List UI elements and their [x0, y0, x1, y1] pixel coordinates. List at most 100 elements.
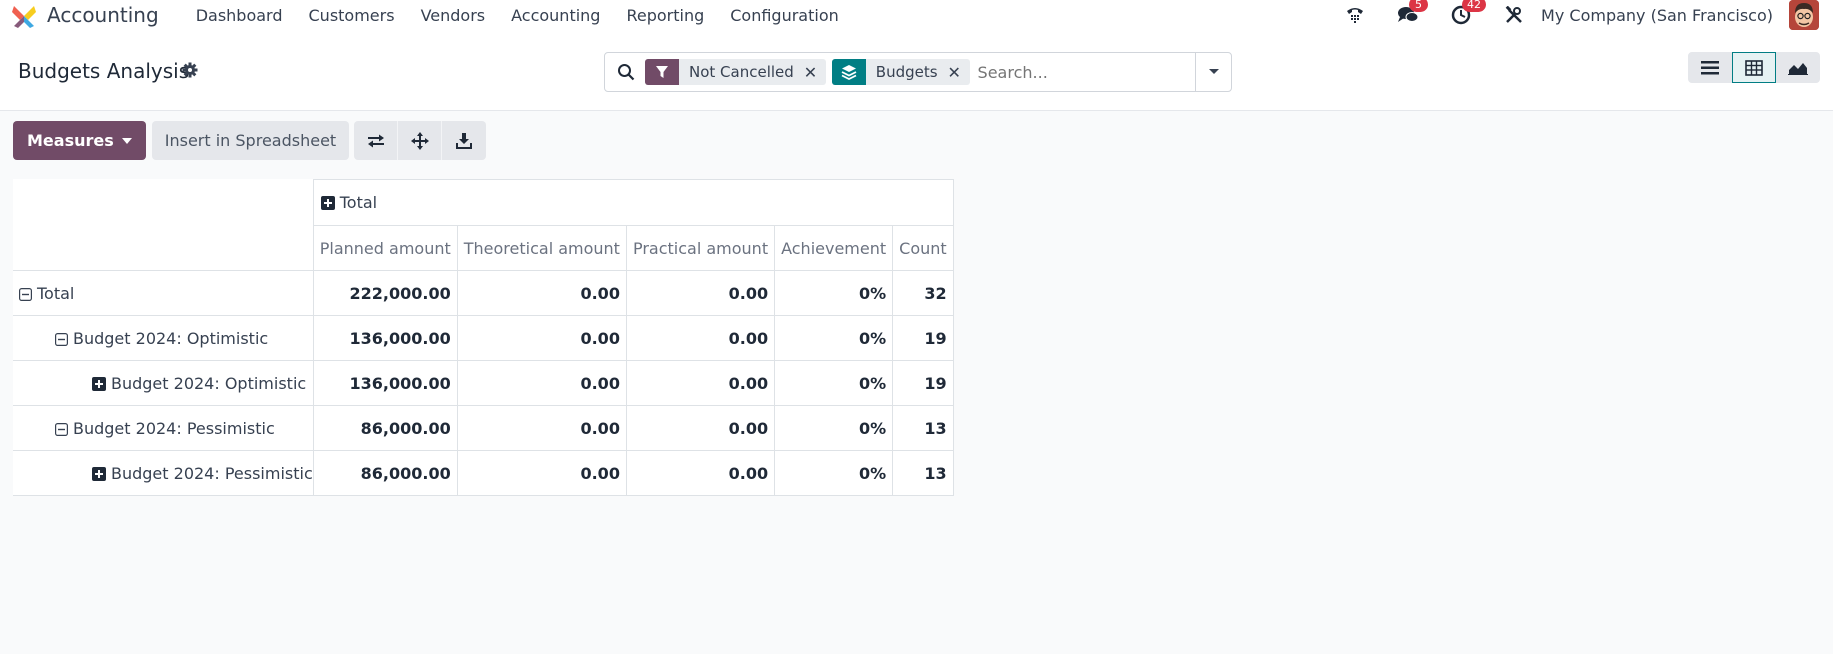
activities-count-badge: 42: [1462, 0, 1487, 12]
phone-icon[interactable]: [1342, 2, 1368, 28]
row-header-budget-optimistic[interactable]: Budget 2024: Optimistic: [13, 315, 314, 361]
cell-count[interactable]: 19: [892, 315, 954, 361]
debug-tools-icon[interactable]: [1501, 2, 1527, 28]
cell-practical[interactable]: 0.00: [625, 270, 776, 316]
cell-theoretical[interactable]: 0.00: [456, 270, 627, 316]
cell-planned[interactable]: 136,000.00: [312, 360, 458, 406]
cell-practical[interactable]: 0.00: [625, 450, 776, 496]
cell-planned[interactable]: 86,000.00: [312, 405, 458, 451]
cell-practical[interactable]: 0.00: [625, 405, 776, 451]
odoo-app-icon: [12, 6, 36, 28]
measure-header-practical[interactable]: Practical amount: [625, 225, 776, 271]
table-row: Budget 2024: Pessimistic 86,000.00 0.00 …: [13, 405, 954, 451]
expand-all-button[interactable]: [398, 121, 443, 160]
list-view-button[interactable]: [1688, 52, 1732, 83]
menu-customers[interactable]: Customers: [296, 6, 408, 25]
measure-header-theoretical[interactable]: Theoretical amount: [456, 225, 627, 271]
cell-achievement[interactable]: 0%: [774, 405, 894, 451]
arrows-icon: [410, 131, 429, 150]
row-label: Budget 2024: Optimistic: [111, 373, 307, 393]
cell-achievement[interactable]: 0%: [774, 270, 894, 316]
list-icon: [1701, 60, 1719, 74]
menu-vendors[interactable]: Vendors: [408, 6, 499, 25]
cell-count[interactable]: 13: [892, 405, 954, 451]
minus-square-icon: [55, 332, 68, 346]
measures-button[interactable]: Measures: [13, 121, 146, 160]
messages-count-badge: 5: [1409, 0, 1429, 12]
cell-achievement[interactable]: 0%: [774, 360, 894, 406]
search-bar: Not Cancelled ✕ Budgets ✕: [604, 52, 1232, 92]
menu-accounting[interactable]: Accounting: [498, 6, 613, 25]
close-icon[interactable]: ✕: [804, 59, 826, 85]
cell-planned[interactable]: 222,000.00: [312, 270, 458, 316]
cell-practical[interactable]: 0.00: [625, 360, 776, 406]
row-label: Total: [37, 283, 75, 303]
table-row: Total 222,000.00 0.00 0.00 0% 32: [13, 270, 954, 316]
gear-icon[interactable]: [182, 62, 198, 78]
column-group-label: Total: [339, 193, 378, 212]
layers-icon: [831, 59, 866, 85]
minus-square-icon: [19, 287, 32, 301]
row-header-total[interactable]: Total: [13, 270, 314, 316]
navbar-systray: 5 42 My Company (San Francisco): [1342, 0, 1833, 30]
measure-header-planned[interactable]: Planned amount: [312, 225, 458, 271]
messages-icon[interactable]: 5: [1395, 0, 1429, 28]
main-menu: Dashboard Customers Vendors Accounting R…: [183, 6, 852, 25]
cell-theoretical[interactable]: 0.00: [456, 315, 627, 361]
activities-icon[interactable]: 42: [1448, 0, 1487, 28]
table-row: Budget 2024: Optimistic 136,000.00 0.00 …: [13, 315, 954, 361]
app-name: Accounting: [47, 3, 159, 27]
measure-header-achievement[interactable]: Achievement: [774, 225, 894, 271]
company-switcher[interactable]: My Company (San Francisco): [1541, 6, 1773, 25]
view-switcher: [1688, 52, 1820, 83]
search-options-toggle[interactable]: [1195, 53, 1231, 91]
pivot-corner: [13, 226, 313, 271]
pivot-toolbar: Measures Insert in Spreadsheet: [13, 121, 487, 160]
table-icon: [1745, 59, 1763, 76]
row-header-budget-pessimistic-sub[interactable]: Budget 2024: Pessimistic: [13, 450, 314, 496]
search-input[interactable]: [977, 62, 1198, 82]
menu-dashboard[interactable]: Dashboard: [183, 6, 296, 25]
cell-theoretical[interactable]: 0.00: [456, 405, 627, 451]
caret-down-icon: [121, 137, 132, 144]
user-avatar[interactable]: [1789, 0, 1819, 30]
facet-budgets: Budgets ✕: [831, 59, 970, 85]
row-label: Budget 2024: Pessimistic: [111, 463, 313, 483]
menu-reporting[interactable]: Reporting: [613, 6, 717, 25]
close-icon[interactable]: ✕: [948, 59, 970, 85]
graph-view-button[interactable]: [1776, 52, 1820, 83]
page-title: Budgets Analysis: [18, 59, 190, 83]
plus-square-icon: [320, 196, 335, 210]
cell-count[interactable]: 32: [892, 270, 954, 316]
app-brand[interactable]: Accounting: [11, 2, 159, 28]
cell-theoretical[interactable]: 0.00: [456, 360, 627, 406]
flip-axis-button[interactable]: [354, 121, 399, 160]
measure-header-count[interactable]: Count: [892, 225, 954, 271]
insert-spreadsheet-button[interactable]: Insert in Spreadsheet: [151, 121, 350, 160]
minus-square-icon: [55, 422, 68, 436]
download-icon: [456, 132, 473, 149]
pivot-corner: [13, 180, 313, 226]
cell-theoretical[interactable]: 0.00: [456, 450, 627, 496]
cell-planned[interactable]: 86,000.00: [312, 450, 458, 496]
download-button[interactable]: [442, 121, 487, 160]
cell-count[interactable]: 19: [892, 360, 954, 406]
cell-planned[interactable]: 136,000.00: [312, 315, 458, 361]
menu-configuration[interactable]: Configuration: [717, 6, 852, 25]
cell-count[interactable]: 13: [892, 450, 954, 496]
pivot-view-button[interactable]: [1732, 52, 1776, 83]
row-label: Budget 2024: Optimistic: [73, 328, 269, 348]
measures-label: Measures: [27, 131, 114, 150]
cell-practical[interactable]: 0.00: [625, 315, 776, 361]
facet-label: Budgets: [875, 63, 938, 81]
filter-icon: [645, 59, 679, 85]
caret-down-icon: [1208, 69, 1219, 74]
pivot-table: Total Planned amount Theoretical amount …: [13, 179, 954, 496]
pivot-column-header-total[interactable]: Total: [312, 179, 954, 226]
row-header-budget-optimistic-sub[interactable]: Budget 2024: Optimistic: [13, 360, 314, 406]
cell-achievement[interactable]: 0%: [774, 450, 894, 496]
cell-achievement[interactable]: 0%: [774, 315, 894, 361]
table-row: Budget 2024: Pessimistic 86,000.00 0.00 …: [13, 450, 954, 496]
search-icon[interactable]: [617, 63, 635, 81]
row-header-budget-pessimistic[interactable]: Budget 2024: Pessimistic: [13, 405, 314, 451]
